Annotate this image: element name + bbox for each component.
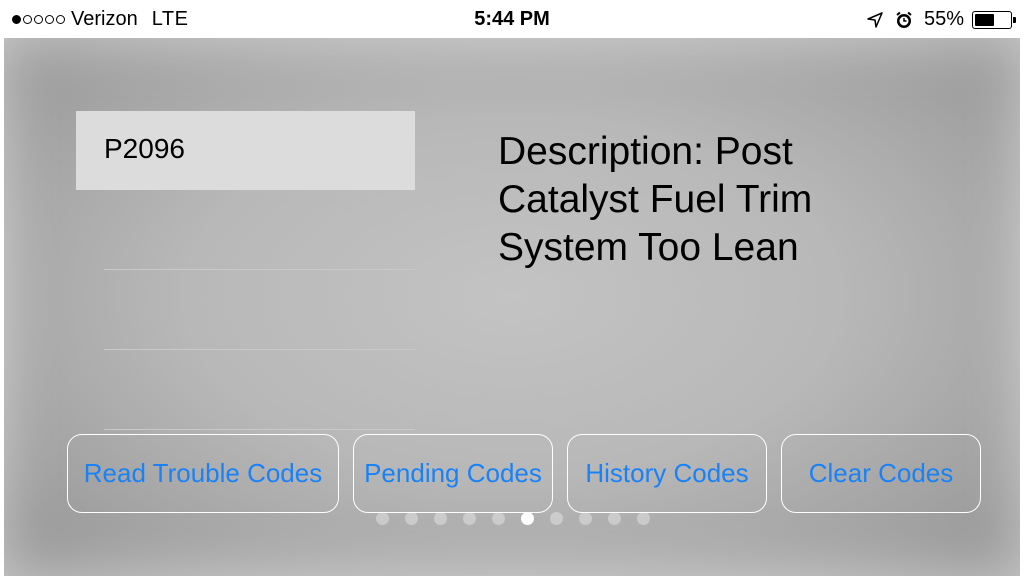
code-text: P2096: [104, 133, 185, 164]
status-right: 55%: [866, 8, 1016, 31]
location-arrow-icon: [866, 11, 884, 29]
code-list[interactable]: P2096: [76, 111, 415, 430]
code-row-empty[interactable]: [76, 350, 415, 430]
page-dot-active[interactable]: [521, 512, 534, 525]
battery-percent: 55%: [923, 8, 964, 30]
read-trouble-codes-button[interactable]: Read Trouble Codes: [67, 434, 339, 513]
page-dot[interactable]: [376, 512, 389, 525]
page-dot[interactable]: [550, 512, 563, 525]
page-dot[interactable]: [492, 512, 505, 525]
page-dot[interactable]: [579, 512, 592, 525]
page-dot[interactable]: [463, 512, 476, 525]
pending-codes-button[interactable]: Pending Codes: [353, 434, 553, 513]
page-indicator[interactable]: [376, 512, 666, 525]
history-codes-button[interactable]: History Codes: [567, 434, 767, 513]
code-row-empty[interactable]: [76, 270, 415, 350]
page-dot[interactable]: [405, 512, 418, 525]
main-panel: P2096 Description: Post Catalyst Fuel Tr…: [0, 38, 1024, 576]
page-dot[interactable]: [608, 512, 621, 525]
status-bar: Verizon LTE 5:44 PM 55%: [0, 0, 1024, 38]
code-row-selected[interactable]: P2096: [76, 111, 415, 190]
code-row-empty[interactable]: [76, 190, 415, 270]
battery-fill: [975, 13, 994, 26]
alarm-clock-icon: [894, 10, 914, 30]
code-description: Description: Post Catalyst Fuel Trim Sys…: [498, 130, 813, 269]
battery-tip: [1013, 16, 1016, 23]
battery-icon: [972, 10, 1016, 29]
page-dot[interactable]: [434, 512, 447, 525]
clear-codes-button[interactable]: Clear Codes: [781, 434, 981, 513]
page-dot[interactable]: [637, 512, 650, 525]
row-separator: [104, 429, 415, 430]
